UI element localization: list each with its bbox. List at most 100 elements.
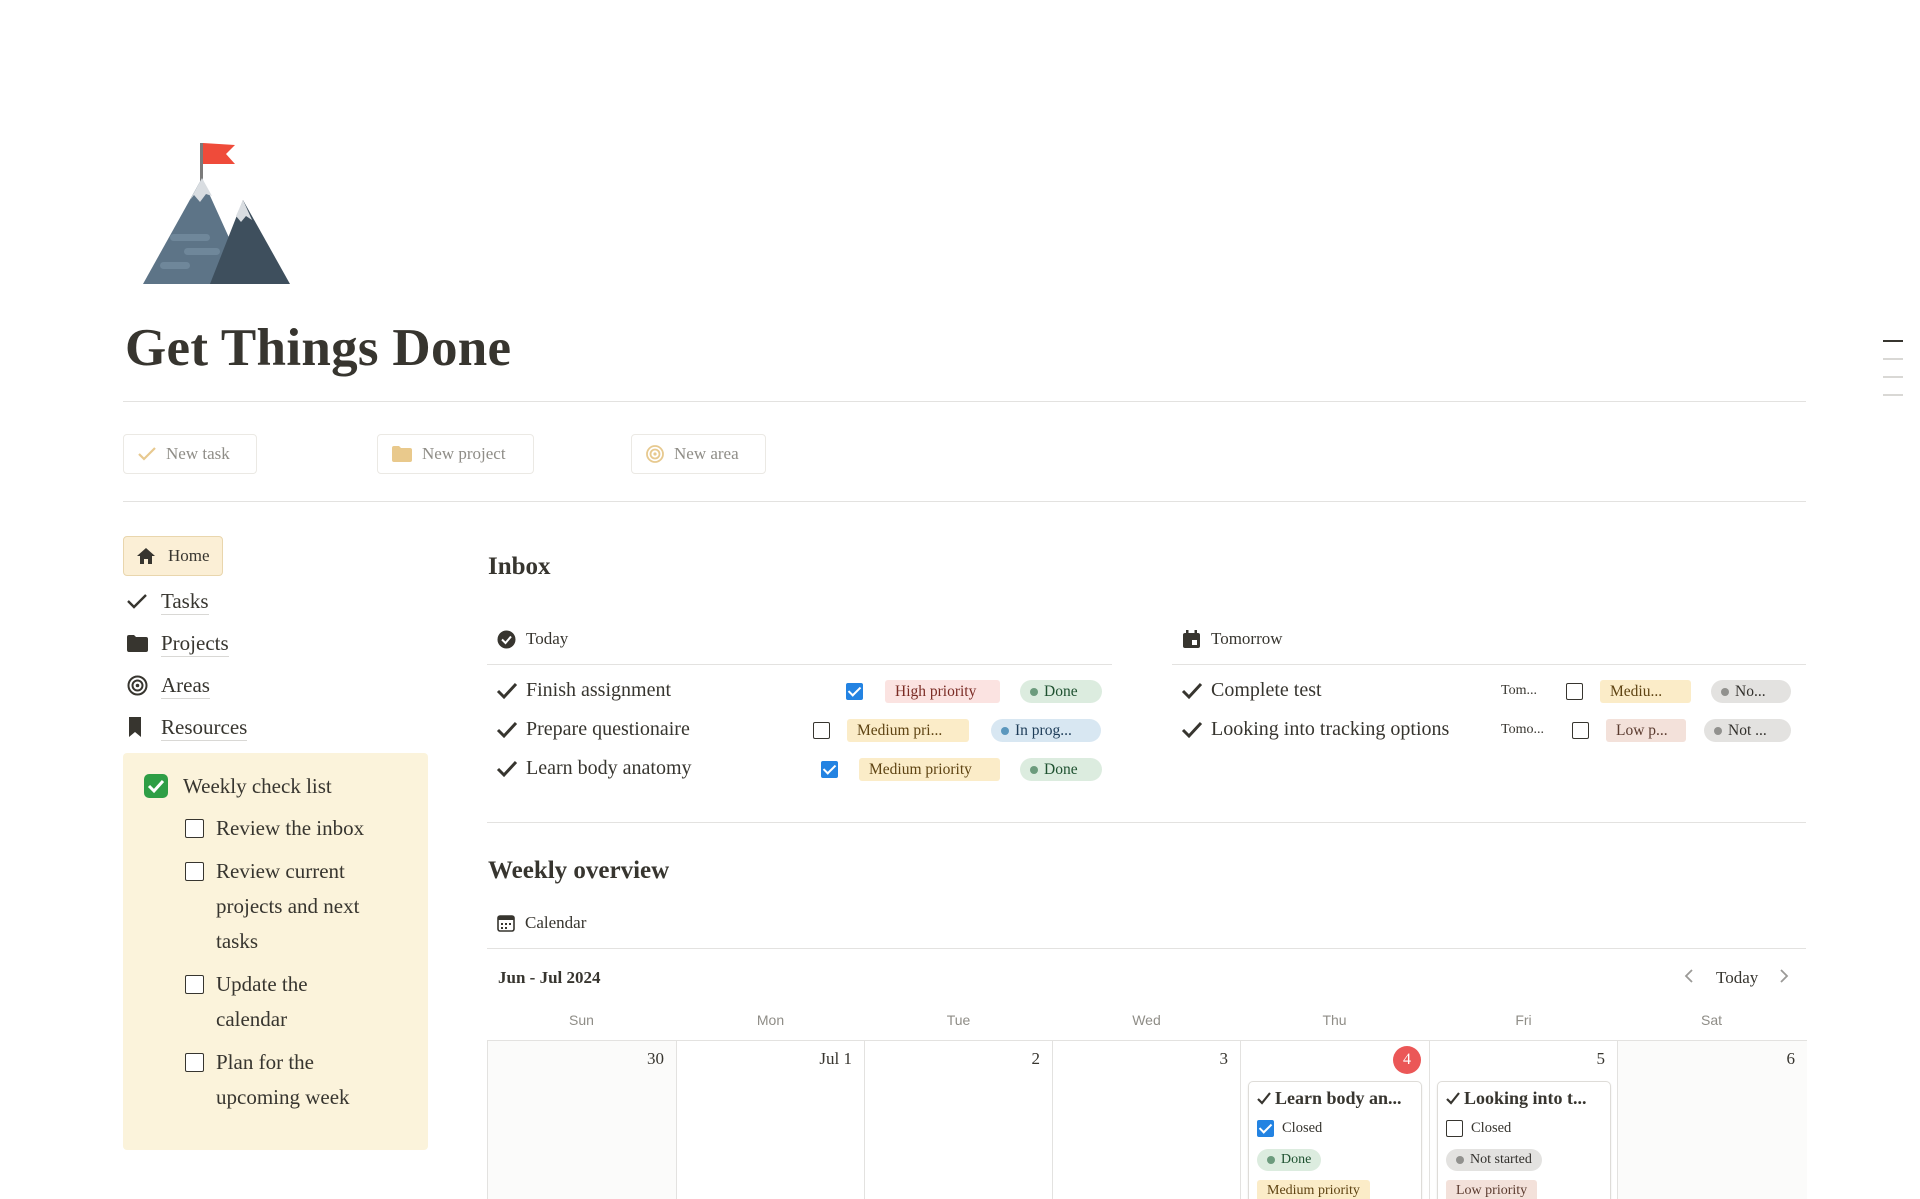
calendar-icon <box>1182 629 1201 649</box>
green-check-icon <box>143 773 169 799</box>
weekly-checklist: Weekly check list Review the inbox Revie… <box>123 753 428 1150</box>
calendar-day-cell[interactable]: Jul 1 <box>676 1041 864 1199</box>
calendar-icon <box>497 914 515 932</box>
weekday-header: Tue <box>946 1012 971 1028</box>
calendar-day-cell[interactable]: 5 Looking into t... Closed Not started L… <box>1429 1041 1617 1199</box>
day-number: 6 <box>1786 1049 1796 1068</box>
table-row[interactable]: Finish assignment High priority Done <box>496 673 1106 711</box>
new-task-button[interactable]: New task <box>123 434 257 474</box>
calendar-grid: 30 Jul 1 2 3 4 Learn body an... Closed D… <box>487 1040 1807 1199</box>
sidebar-item-label: Home <box>168 546 210 565</box>
closed-checkbox[interactable] <box>1566 683 1583 700</box>
checklist-item: Plan for the upcoming week <box>143 1045 408 1115</box>
target-icon <box>646 445 664 463</box>
calendar-day-cell[interactable]: 4 Learn body an... Closed Done Medium pr… <box>1240 1041 1429 1199</box>
checkbox[interactable] <box>185 819 204 838</box>
folder-icon <box>123 634 161 652</box>
sidebar-item-projects[interactable]: Projects <box>123 622 428 664</box>
priority-tag: Mediu... <box>1600 680 1691 703</box>
new-project-label: New project <box>422 444 506 463</box>
check-icon <box>1257 1092 1271 1105</box>
sidebar-item-home[interactable]: Home <box>123 536 223 576</box>
status-badge: No... <box>1711 680 1791 703</box>
status-badge: Not started <box>1446 1148 1542 1171</box>
check-icon <box>1181 721 1203 744</box>
closed-checkbox[interactable] <box>846 683 863 700</box>
calendar-day-cell[interactable]: 3 <box>1052 1041 1240 1199</box>
calendar-next-button[interactable] <box>1778 968 1790 989</box>
weekday-header: Sat <box>1700 1012 1722 1028</box>
new-area-button[interactable]: New area <box>631 434 766 474</box>
priority-tag: Low p... <box>1606 719 1686 742</box>
weekday-header: Fri <box>1515 1012 1532 1028</box>
table-row[interactable]: Complete test Tom... Mediu... No... <box>1181 673 1801 711</box>
sidebar-item-label: Tasks <box>161 588 209 615</box>
check-icon <box>496 760 518 783</box>
checkbox[interactable] <box>185 975 204 994</box>
checklist-title: Weekly check list <box>183 773 332 798</box>
calendar-range: Jun - Jul 2024 <box>498 968 601 987</box>
calendar-prev-button[interactable] <box>1683 968 1695 989</box>
weekday-header: Sun <box>569 1012 594 1028</box>
weekday-header: Wed <box>1132 1012 1161 1028</box>
task-name: Looking into tracking options <box>1211 718 1450 740</box>
table-row[interactable]: Looking into tracking options Tomo... Lo… <box>1181 712 1801 750</box>
mountain-flag-icon[interactable] <box>140 138 292 290</box>
chevron-left-icon <box>1683 968 1695 989</box>
check-icon <box>1181 682 1203 705</box>
closed-checkbox[interactable] <box>1257 1120 1274 1137</box>
folder-icon <box>392 446 412 462</box>
due-date: Tomo... <box>1501 722 1544 737</box>
calendar-day-cell[interactable]: 6 <box>1617 1041 1807 1199</box>
check-icon <box>123 593 161 609</box>
calendar-event-card[interactable]: Looking into t... Closed Not started Low… <box>1437 1081 1611 1199</box>
priority-tag: High priority <box>885 680 1000 703</box>
calendar-day-cell[interactable]: 2 <box>864 1041 1052 1199</box>
checkbox[interactable] <box>185 1053 204 1072</box>
table-of-contents[interactable] <box>1883 340 1903 412</box>
new-project-button[interactable]: New project <box>377 434 534 474</box>
today-marker: 4 <box>1393 1046 1421 1074</box>
priority-tag: Medium pri... <box>847 719 969 742</box>
status-badge: Done <box>1020 680 1102 703</box>
task-name: Finish assignment <box>526 679 672 701</box>
weekly-overview-heading: Weekly overview <box>488 857 670 884</box>
day-number: 30 <box>647 1049 664 1068</box>
sidebar-item-resources[interactable]: Resources <box>123 706 428 748</box>
priority-tag: Medium priority <box>1257 1179 1370 1199</box>
day-number: Jul 1 <box>819 1049 852 1068</box>
sidebar-item-label: Projects <box>161 630 229 657</box>
calendar-day-cell[interactable]: 30 <box>487 1041 676 1199</box>
task-name: Complete test <box>1211 679 1322 701</box>
checklist-item: Update the calendar <box>143 967 408 1037</box>
target-icon <box>123 675 161 696</box>
weekday-header: Mon <box>756 1012 785 1028</box>
status-badge: Done <box>1020 758 1102 781</box>
tab-calendar[interactable]: Calendar <box>497 913 586 933</box>
tab-tomorrow[interactable]: Tomorrow <box>1182 629 1283 649</box>
priority-tag: Low priority <box>1446 1179 1538 1199</box>
calendar-event-card[interactable]: Learn body an... Closed Done Medium prio… <box>1248 1081 1422 1199</box>
check-icon <box>138 447 156 461</box>
sidebar-item-areas[interactable]: Areas <box>123 664 428 706</box>
closed-checkbox[interactable] <box>821 761 838 778</box>
table-row[interactable]: Prepare questionaire Medium pri... In pr… <box>496 712 1106 750</box>
closed-label: Closed <box>1471 1120 1512 1136</box>
tab-label: Calendar <box>525 913 587 932</box>
sidebar-nav: Home Tasks Projects Areas Resources <box>123 536 428 748</box>
table-row[interactable]: Learn body anatomy Medium priority Done <box>496 751 1106 789</box>
task-name: Prepare questionaire <box>526 718 690 740</box>
divider <box>123 501 1806 502</box>
check-circle-icon <box>497 630 516 649</box>
sidebar-item-tasks[interactable]: Tasks <box>123 580 428 622</box>
check-icon <box>496 721 518 744</box>
tab-today[interactable]: Today <box>497 629 568 649</box>
closed-checkbox[interactable] <box>1446 1120 1463 1137</box>
closed-checkbox[interactable] <box>813 722 830 739</box>
day-number: 2 <box>1031 1049 1041 1068</box>
calendar-today-button[interactable]: Today <box>1716 968 1758 988</box>
checkbox[interactable] <box>185 862 204 881</box>
card-title: Looking into t... <box>1464 1088 1587 1108</box>
closed-checkbox[interactable] <box>1572 722 1589 739</box>
status-badge: In prog... <box>991 719 1101 742</box>
